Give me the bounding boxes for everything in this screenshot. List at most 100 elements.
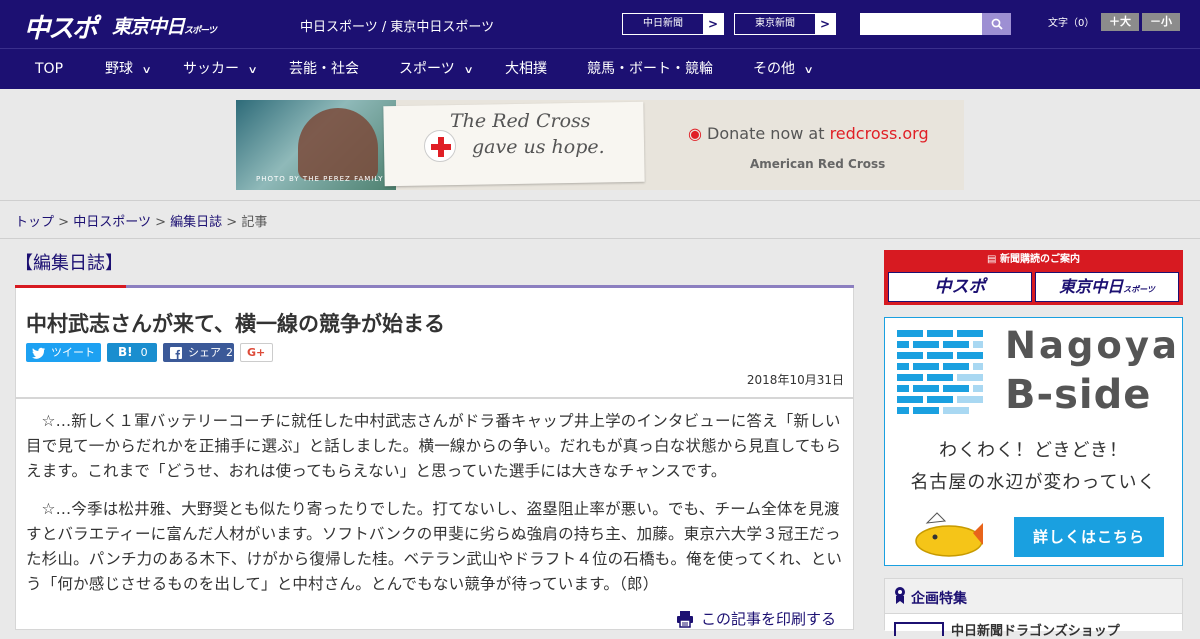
chunichi-shimbun-button[interactable]: 中日新聞 > [622,13,724,35]
paper-button-label: 東京新聞 [735,14,815,34]
tweet-button[interactable]: ツイート [26,343,101,362]
article-paragraph: ☆…今季は松井雅、大野奨とも似たり寄ったりでした。打てないし、盗塁阻止率が悪い。… [26,500,843,593]
feature-title: 企画特集 [911,591,967,607]
breadcrumb-bar: トップ > 中日スポーツ > 編集日誌 > 記事 [0,201,1200,239]
nav-label: 芸能・社会 [289,61,359,77]
breadcrumb-top[interactable]: トップ [15,215,54,230]
nav-label: TOP [35,61,64,77]
article-date: 2018年10月31日 [746,373,844,387]
nav-top[interactable]: TOP [35,49,63,90]
subscribe-tokyo-label: 東京中日 [1059,277,1124,296]
ad-handwriting-line2: gave us hope. [472,136,605,158]
tokyo-logo-suffix: スポーツ [184,26,217,36]
twitter-bird-icon [32,347,45,359]
facebook-share-button[interactable]: シェア 2 [163,343,234,362]
red-cross-icon [424,130,456,162]
chevron-right-icon: > [707,17,719,31]
subscribe-tokyo-chunichi-button[interactable]: 東京中日スポーツ [1035,272,1179,302]
facebook-icon [170,346,182,359]
nagoya-title-line1: Nagoya [1005,324,1180,367]
nav-entertainment[interactable]: 芸能・社会 [289,49,359,90]
article-paragraph: ☆…新しく１軍バッテリーコーチに就任した中村武志さんがドラ番キャップ井上学のイン… [26,412,842,480]
chevron-down-icon: ∨ [803,65,814,76]
breadcrumb-chunichi-sports[interactable]: 中日スポーツ [73,215,151,230]
nav-label: 大相撲 [505,61,547,77]
breadcrumb-editorial-diary[interactable]: 編集日誌 [170,215,222,230]
nagoya-title-line2: B-side [1005,372,1152,418]
hatena-count: 0 [140,346,148,359]
nav-label: スポーツ [399,61,455,77]
nav-label: サッカー [183,61,239,77]
nav-soccer[interactable]: サッカー ∨ [183,49,258,90]
fried-shrimp-mascot-icon [915,512,983,557]
facebook-count: 2 [226,346,233,359]
feature-thumbnail[interactable] [894,622,944,636]
chevron-right-icon: > [819,17,831,31]
ad-handwriting-line1: The Red Cross [450,110,591,132]
search-input[interactable] [860,13,982,35]
subscription-box: ▤ 新聞購読のご案内 中スポ 東京中日スポーツ [884,250,1183,305]
print-article-label: この記事を印刷する [701,610,837,628]
ad-photo-credit: PHOTO BY THE PEREZ FAMILY [256,175,384,183]
ad-donate-site: redcross.org [829,124,929,143]
font-decrease-button[interactable]: －小 [1142,13,1180,31]
nagoya-bside-banner[interactable]: Nagoya B-side わくわく！どきどき！ 名古屋の水辺が変わっていく 詳… [884,317,1183,566]
main-nav: TOP 野球 ∨ サッカー ∨ 芸能・社会 スポーツ ∨ 大相撲 競馬・ボート・競輪 … [0,48,1200,89]
facebook-label: シェア [188,346,221,359]
chevron-down-icon: ∨ [247,65,258,76]
nagoya-tagline2: 名古屋の水辺が変わっていく [910,472,1157,493]
feature-box: 企画特集 中日新聞ドラゴンズショップ [884,578,1183,639]
chuspo-logo[interactable]: 中スポ [24,8,98,45]
font-increase-button[interactable]: ＋大 [1101,13,1139,31]
chevron-down-icon: ∨ [463,65,474,76]
tokyo-shimbun-button[interactable]: 東京新聞 > [734,13,836,35]
subscribe-chuspo-button[interactable]: 中スポ [888,272,1032,302]
nav-label: その他 [753,61,795,77]
ad-people-shape [298,108,378,180]
site-header: 中スポ 東京中日スポーツ 中日スポーツ / 東京中日スポーツ 中日新聞 > 東京… [0,0,1200,48]
nav-baseball[interactable]: 野球 ∨ [105,49,152,90]
subscribe-tokyo-suffix: スポーツ [1123,285,1155,294]
printer-icon [677,610,693,628]
ad-area: PHOTO BY THE PEREZ FAMILY The Red Cross … [0,89,1200,201]
nav-label: 野球 [105,61,133,77]
ribbon-icon [895,587,905,604]
nav-sports[interactable]: スポーツ ∨ [399,49,474,90]
paper-button-label: 中日新聞 [623,14,703,34]
google-plus-icon: G+ [247,346,266,359]
google-plus-button[interactable]: G+ [240,343,273,362]
ad-donate-prefix: Donate now at [707,124,830,143]
ad-family-photo: PHOTO BY THE PEREZ FAMILY [236,100,396,190]
subscription-heading: ▤ 新聞購読のご案内 [884,250,1183,269]
ad-org-name: American Red Cross [750,157,886,171]
hatena-bookmark-button[interactable]: B! 0 [107,343,157,362]
breadcrumb-separator: > [226,215,238,230]
newspaper-icon: ▤ [987,254,1000,265]
nav-other[interactable]: その他 ∨ [753,49,814,90]
nav-racing[interactable]: 競馬・ボート・競輪 [587,49,713,90]
play-arrow-icon: ◉ [688,124,708,143]
subscription-heading-text: 新聞購読のご案内 [999,254,1080,265]
breadcrumb: トップ > 中日スポーツ > 編集日誌 > 記事 [15,211,267,230]
search-icon [991,18,1003,30]
font-size-label: 文字（0） [1048,18,1095,29]
tokyo-chunichi-logo[interactable]: 東京中日スポーツ [112,12,217,39]
nav-sumo[interactable]: 大相撲 [505,49,547,90]
ad-donate-text: ◉ Donate now at redcross.org [688,124,929,143]
tokyo-logo-text: 東京中日 [112,16,185,38]
article-title: 中村武志さんが来て、横一線の競争が始まる [26,312,445,336]
search-button[interactable] [982,13,1011,35]
nagoya-tagline1: わくわく！どきどき！ [939,440,1128,461]
feature-list: 中日新聞ドラゴンズショップ [885,613,1182,639]
hatena-b-icon: B! [118,345,133,359]
nagoya-details-button[interactable]: 詳しくはこちら [1014,517,1164,557]
chevron-down-icon: ∨ [141,65,152,76]
red-cross-banner-ad[interactable]: PHOTO BY THE PEREZ FAMILY The Red Cross … [236,100,964,190]
nav-label: 競馬・ボート・競輪 [587,61,713,77]
breadcrumb-current: 記事 [241,215,268,230]
site-names: 中日スポーツ / 東京中日スポーツ [300,20,495,35]
breadcrumb-separator: > [155,215,166,230]
print-article-link[interactable]: この記事を印刷する [676,608,836,629]
brick-wall-icon [897,330,983,414]
tweet-label: ツイート [51,346,95,359]
